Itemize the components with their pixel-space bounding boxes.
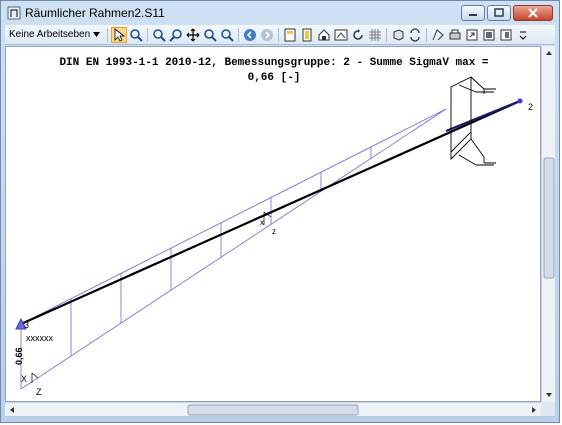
result-upper-line: [20, 108, 447, 325]
scroll-left-icon[interactable]: [10, 407, 14, 413]
export-button[interactable]: [464, 27, 480, 43]
select-tool-button[interactable]: [111, 26, 128, 43]
toolbar-separator: [238, 27, 240, 42]
toolbar-separator: [107, 27, 109, 42]
close-icon: [528, 8, 538, 18]
zoom-region-button[interactable]: [128, 27, 144, 43]
toolbar: Keine Arbeitseben: [5, 25, 555, 45]
refresh-icon: [410, 27, 420, 42]
model-button[interactable]: [430, 27, 446, 43]
back-button[interactable]: [242, 27, 258, 43]
global-axis-z-label: Z: [36, 387, 42, 397]
zoom-region-icon: [130, 28, 143, 42]
beam-member[interactable]: [20, 99, 521, 326]
page-portrait-icon: [302, 28, 312, 41]
forward-icon: [261, 28, 274, 41]
rotate-button[interactable]: [350, 27, 366, 43]
minimize-icon: [469, 14, 477, 16]
scroll-down-icon[interactable]: [546, 393, 552, 397]
view-icon: [334, 29, 348, 40]
toolbar-separator: [426, 27, 428, 42]
zoom-out-button[interactable]: [219, 27, 235, 43]
cube-icon: [393, 28, 404, 41]
structure-drawing: [15, 76, 523, 390]
app-icon: [7, 6, 21, 20]
maximize-icon: [494, 8, 504, 17]
node-label-3: 3: [24, 320, 30, 330]
pan-icon: [186, 28, 200, 41]
model-icon: [432, 28, 444, 40]
drawing-canvas[interactable]: DIN EN 1993-1-1 2010-12, Bemessungsgrupp…: [5, 46, 541, 402]
chevron-down-icon: [93, 32, 101, 37]
global-axis-x-label: X: [21, 374, 28, 384]
back-icon: [244, 28, 257, 41]
cube-button[interactable]: [390, 27, 406, 43]
toolbar-separator: [386, 27, 388, 42]
home-button[interactable]: [316, 27, 332, 43]
horizontal-scroll-thumb[interactable]: [187, 404, 359, 416]
minimize-button[interactable]: [461, 5, 485, 21]
title-bar[interactable]: Räumlicher Rahmen2.S11: [1, 1, 559, 25]
toolbar-separator: [278, 27, 280, 42]
zoom-in-icon: [153, 28, 166, 42]
grid-icon: [369, 28, 382, 41]
zoom-search-icon: [169, 28, 182, 42]
max-value-label: 0,66: [14, 347, 24, 365]
pan-button[interactable]: [185, 27, 201, 43]
toolbar-overflow-button[interactable]: [515, 27, 531, 43]
horizontal-scrollbar-track: [10, 404, 536, 416]
page-icon: [284, 28, 296, 41]
toolbar-separator: [147, 27, 149, 42]
zoom-out-icon: [221, 28, 234, 42]
result-lower-line: [20, 108, 447, 390]
beam-member-end[interactable]: [445, 99, 521, 133]
vertical-scrollbar-track: [543, 51, 555, 397]
rotate-icon: [353, 28, 363, 40]
app-window: Räumlicher Rahmen2.S11 Keine Arbeitseben: [0, 0, 560, 423]
node-marker-2[interactable]: [517, 98, 523, 104]
result-ordinates: [20, 147, 372, 389]
scroll-right-icon[interactable]: [532, 407, 536, 413]
select-arrow-icon: [114, 27, 126, 42]
node-label-2: 2: [528, 102, 534, 112]
horizontal-scrollbar[interactable]: [5, 402, 541, 416]
vertical-scroll-thumb[interactable]: [543, 157, 555, 279]
zoom-all-icon: [204, 28, 217, 42]
scroll-up-icon[interactable]: [546, 51, 552, 55]
grid-button[interactable]: [367, 27, 383, 43]
side-view-button[interactable]: [498, 27, 514, 43]
local-axis-z-label: z: [272, 227, 276, 236]
maximize-button[interactable]: [487, 5, 511, 21]
zoom-search-button[interactable]: [168, 27, 184, 43]
zoom-in-button[interactable]: [151, 27, 167, 43]
workplane-dropdown-label: Keine Arbeitseben: [9, 29, 91, 40]
support-label: xxxxxx: [26, 333, 53, 343]
local-axis-x-label: x: [260, 218, 264, 227]
vertical-scrollbar[interactable]: [541, 46, 555, 402]
print-button[interactable]: [447, 27, 463, 43]
page-button[interactable]: [282, 27, 298, 43]
export-icon: [466, 29, 478, 40]
front-view-button[interactable]: [481, 27, 497, 43]
close-button[interactable]: [513, 5, 553, 21]
side-view-icon: [500, 29, 512, 40]
zoom-all-button[interactable]: [202, 27, 218, 43]
print-icon: [449, 29, 461, 39]
refresh-button[interactable]: [407, 27, 423, 43]
window-title: Räumlicher Rahmen2.S11: [25, 6, 165, 20]
forward-button[interactable]: [259, 27, 275, 43]
front-view-icon: [483, 29, 495, 40]
home-icon: [318, 28, 330, 40]
scrollbar-corner: [541, 402, 555, 416]
chevron-down-icon: [519, 31, 527, 40]
view-button[interactable]: [333, 27, 349, 43]
workplane-dropdown[interactable]: Keine Arbeitseben: [5, 26, 104, 44]
page-portrait-button[interactable]: [299, 27, 315, 43]
